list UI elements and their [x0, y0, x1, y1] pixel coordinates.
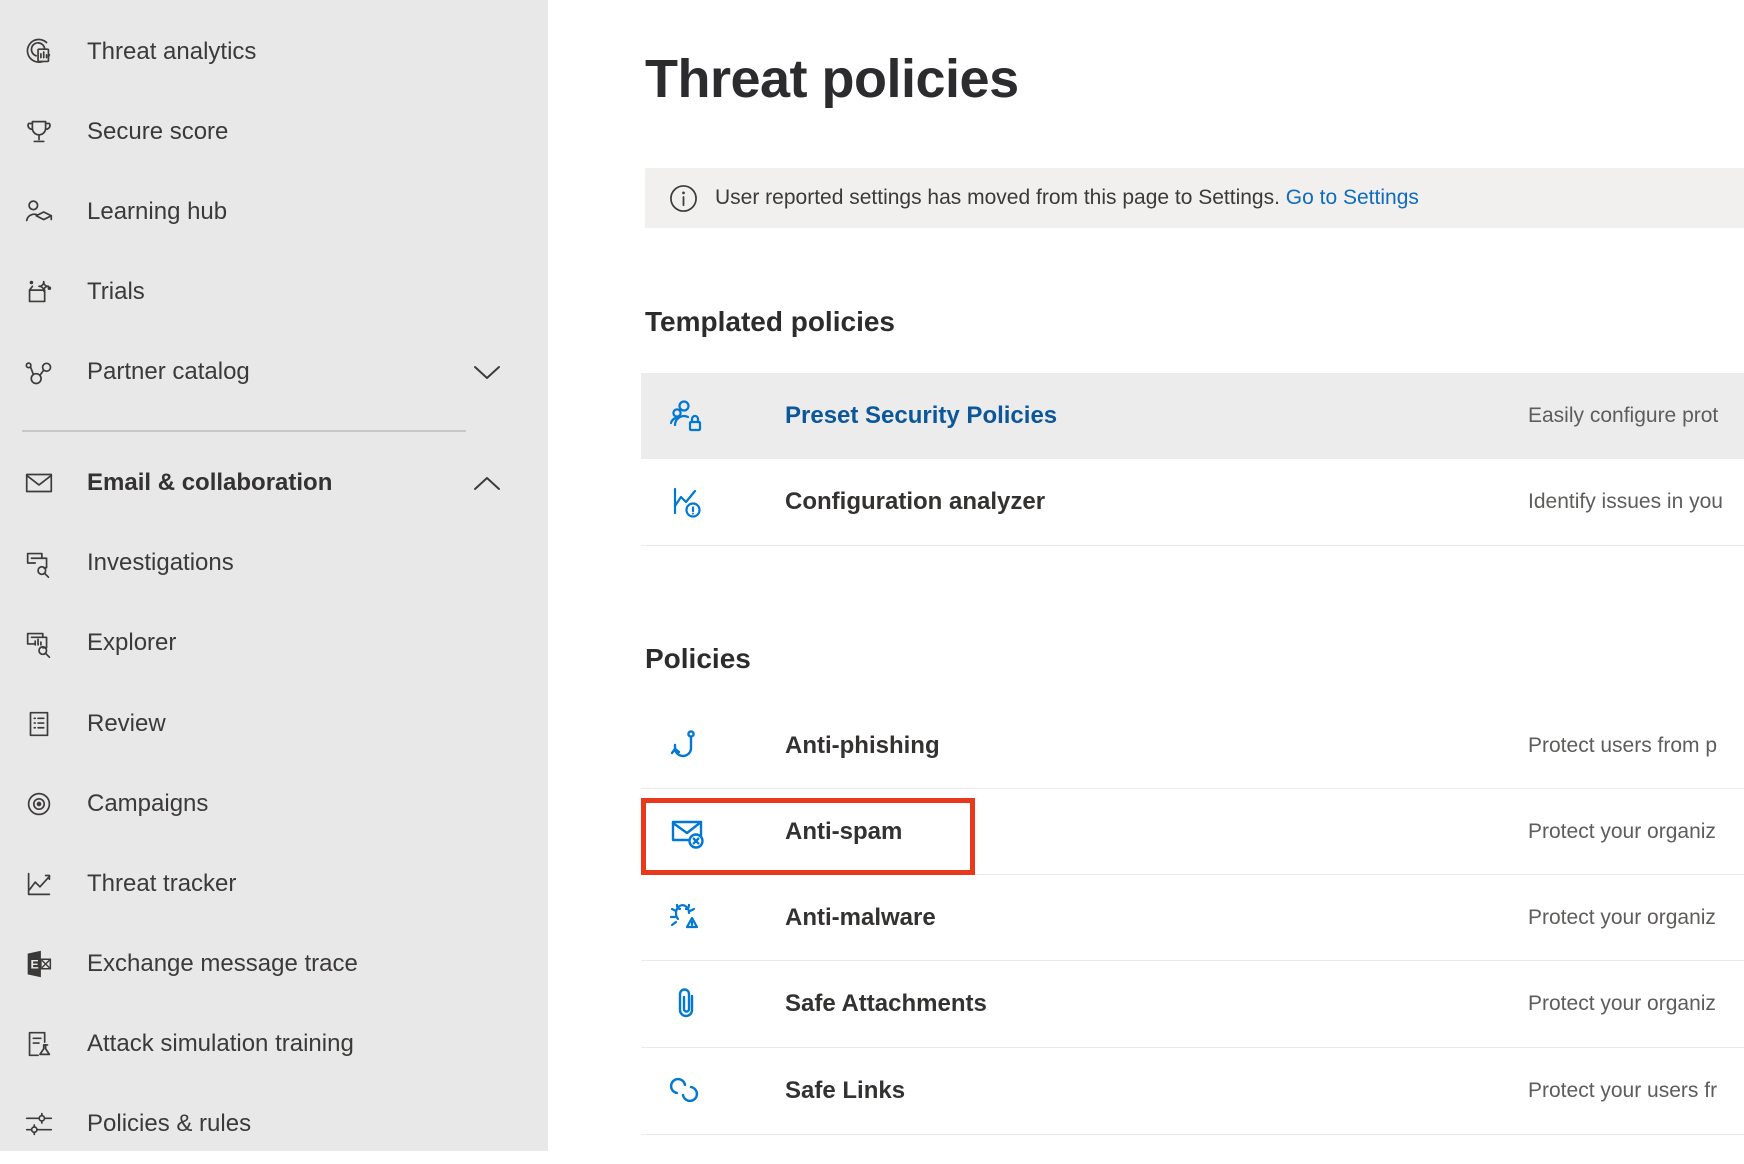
sidebar-item-label: Policies & rules — [87, 1110, 251, 1138]
learning-hub-icon — [21, 194, 57, 230]
sidebar-item-label: Secure score — [87, 118, 228, 146]
trials-icon — [21, 274, 57, 310]
banner-message-text: User reported settings has moved from th… — [715, 186, 1280, 209]
go-to-settings-link[interactable]: Go to Settings — [1286, 186, 1419, 209]
row-name[interactable]: Anti-phishing — [785, 732, 940, 760]
sidebar-group-label: Email & collaboration — [87, 469, 332, 497]
sidebar-item-label: Threat analytics — [87, 38, 256, 66]
row-name[interactable]: Preset Security Policies — [785, 402, 1057, 430]
sidebar-item-attack-simulation-training[interactable]: Attack simulation training — [0, 1004, 548, 1084]
sidebar-item-explorer[interactable]: Explorer — [0, 603, 548, 683]
sidebar-item-label: Review — [87, 710, 166, 738]
sidebar-item-review[interactable]: Review — [0, 684, 548, 764]
chevron-down-icon[interactable] — [473, 365, 501, 380]
row-description: Easily configure prot — [1528, 404, 1718, 428]
exchange-icon: E — [21, 946, 57, 982]
sidebar-item-secure-score[interactable]: Secure score — [0, 92, 548, 172]
row-description: Protect your users fr — [1528, 1079, 1717, 1103]
row-description: Protect your organiz — [1528, 820, 1716, 844]
preset-security-icon — [667, 396, 707, 436]
secure-score-icon — [21, 114, 57, 150]
sidebar-item-policies-rules[interactable]: Policies & rules — [0, 1084, 548, 1164]
row-preset-security-policies[interactable]: Preset Security Policies Easily configur… — [641, 373, 1744, 459]
main-content: Threat policies User reported settings h… — [548, 0, 1744, 1151]
email-icon — [21, 465, 57, 501]
row-anti-malware[interactable]: Anti-malware Protect your organiz — [641, 875, 1744, 961]
sidebar-item-label: Trials — [87, 278, 145, 306]
explorer-icon — [21, 625, 57, 661]
sidebar-item-label: Attack simulation training — [87, 1030, 354, 1058]
investigations-icon — [21, 545, 57, 581]
info-banner: User reported settings has moved from th… — [645, 168, 1744, 228]
sidebar-item-learning-hub[interactable]: Learning hub — [0, 172, 548, 252]
row-description: Protect users from p — [1528, 734, 1717, 758]
safe-links-icon — [667, 1071, 707, 1111]
row-description: Protect your organiz — [1528, 992, 1716, 1016]
page-title: Threat policies — [645, 48, 1019, 110]
review-icon — [21, 706, 57, 742]
partner-catalog-icon — [21, 354, 57, 390]
row-name[interactable]: Safe Attachments — [785, 990, 987, 1018]
section-heading-templated-policies: Templated policies — [645, 306, 895, 338]
sidebar-item-label: Partner catalog — [87, 358, 250, 386]
row-configuration-analyzer[interactable]: Configuration analyzer Identify issues i… — [641, 459, 1744, 546]
chevron-up-icon[interactable] — [473, 476, 501, 491]
anti-malware-icon — [667, 898, 707, 938]
sidebar-item-partner-catalog[interactable]: Partner catalog — [0, 332, 548, 412]
sidebar-item-campaigns[interactable]: Campaigns — [0, 764, 548, 844]
sidebar-group-email-collaboration[interactable]: Email & collaboration — [0, 443, 548, 523]
row-name[interactable]: Anti-spam — [785, 818, 902, 846]
policies-rules-icon — [21, 1106, 57, 1142]
sidebar-item-label: Threat tracker — [87, 870, 236, 898]
row-anti-spam[interactable]: Anti-spam Protect your organiz — [641, 789, 1744, 875]
sidebar-item-label: Campaigns — [87, 790, 208, 818]
row-anti-phishing[interactable]: Anti-phishing Protect users from p — [641, 703, 1744, 789]
row-description: Protect your organiz — [1528, 906, 1716, 930]
section-heading-policies: Policies — [645, 643, 751, 675]
sidebar-item-investigations[interactable]: Investigations — [0, 523, 548, 603]
info-icon — [669, 184, 698, 213]
sidebar-item-threat-tracker[interactable]: Threat tracker — [0, 844, 548, 924]
safe-attachments-icon — [667, 984, 707, 1024]
row-safe-links[interactable]: Safe Links Protect your users fr — [641, 1048, 1744, 1135]
campaigns-icon — [21, 786, 57, 822]
svg-text:E: E — [31, 958, 39, 972]
row-safe-attachments[interactable]: Safe Attachments Protect your organiz — [641, 961, 1744, 1048]
sidebar-item-threat-analytics[interactable]: Threat analytics — [0, 12, 548, 92]
sidebar-divider — [22, 430, 466, 432]
sidebar-item-label: Explorer — [87, 629, 176, 657]
configuration-analyzer-icon — [667, 482, 707, 522]
row-description: Identify issues in you — [1528, 490, 1723, 514]
threat-analytics-icon — [21, 34, 57, 70]
anti-spam-icon — [667, 812, 707, 852]
attack-simulation-icon — [21, 1026, 57, 1062]
banner-message: User reported settings has moved from th… — [715, 186, 1419, 210]
anti-phishing-icon — [667, 726, 707, 766]
sidebar-item-exchange-message-trace[interactable]: E Exchange message trace — [0, 924, 548, 1004]
sidebar-item-label: Investigations — [87, 549, 234, 577]
sidebar-item-trials[interactable]: Trials — [0, 252, 548, 332]
row-name[interactable]: Safe Links — [785, 1077, 905, 1105]
sidebar-item-label: Exchange message trace — [87, 950, 358, 978]
row-name[interactable]: Configuration analyzer — [785, 488, 1045, 516]
sidebar-item-label: Learning hub — [87, 198, 227, 226]
sidebar: Threat analytics Secure score Learning h… — [0, 0, 548, 1151]
row-name[interactable]: Anti-malware — [785, 904, 936, 932]
threat-tracker-icon — [21, 866, 57, 902]
